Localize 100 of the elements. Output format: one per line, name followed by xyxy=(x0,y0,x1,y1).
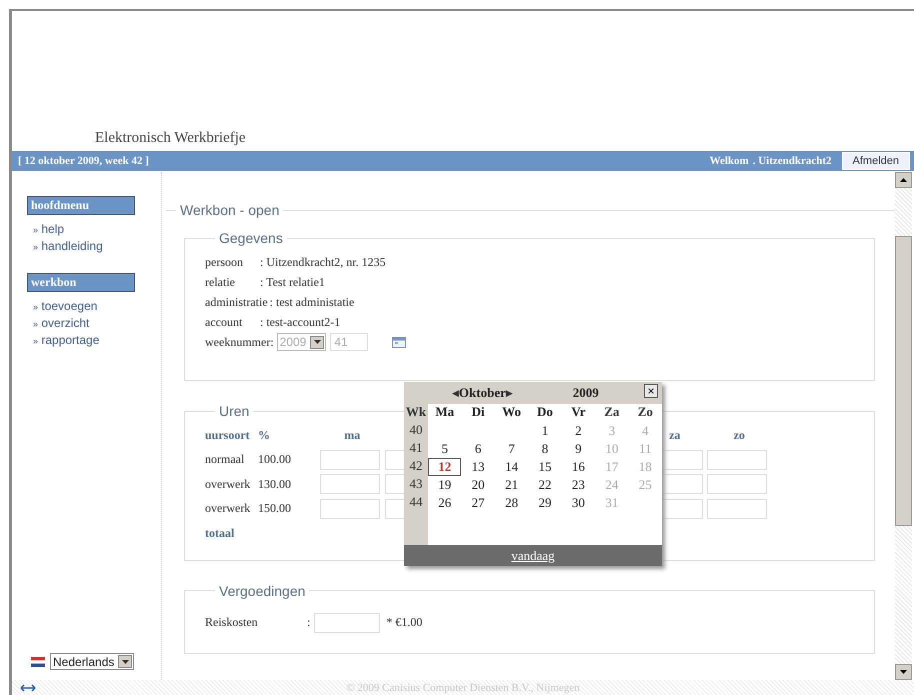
calendar-day[interactable]: 19 xyxy=(428,476,462,494)
hours-input[interactable] xyxy=(320,498,380,519)
hours-input[interactable] xyxy=(320,474,380,494)
calendar-day[interactable]: 23 xyxy=(562,476,596,494)
calendar-day[interactable]: 20 xyxy=(461,476,495,494)
previous-month-button[interactable]: ◀ xyxy=(452,388,459,398)
column-header: uursoort xyxy=(205,428,250,443)
today-link[interactable]: vandaag xyxy=(511,548,555,564)
hour-type: overwerk xyxy=(205,501,252,516)
calendar-icon[interactable] xyxy=(392,336,406,348)
field-label: Reiskosten xyxy=(205,615,259,630)
hours-input[interactable] xyxy=(384,498,406,519)
field-label: administratie xyxy=(205,294,268,310)
calendar-day[interactable]: 7 xyxy=(494,440,528,458)
user-name: . Uitzendkracht2 xyxy=(752,155,832,167)
hours-input[interactable] xyxy=(384,474,406,494)
column-header: za xyxy=(669,428,680,443)
scroll-up-icon[interactable] xyxy=(900,178,907,182)
calendar-day[interactable]: 13 xyxy=(461,458,495,476)
section-heading: Uren xyxy=(218,403,250,419)
calendar-day[interactable]: 30 xyxy=(562,494,596,512)
hour-type: overwerk xyxy=(205,476,252,492)
calendar-day[interactable]: 22 xyxy=(528,476,562,494)
calendar-day[interactable]: 16 xyxy=(562,458,596,476)
field-label: persoon xyxy=(205,254,244,270)
weekday-header: Do xyxy=(536,404,554,421)
next-month-button[interactable]: ▶ xyxy=(506,388,513,398)
hours-input[interactable] xyxy=(707,450,767,470)
weekday-header: Za xyxy=(603,404,620,421)
menu-link[interactable]: » handleiding xyxy=(33,238,161,255)
calendar-day[interactable]: 14 xyxy=(494,458,528,476)
percentage: 150.00 xyxy=(258,501,292,516)
date-label: [ 12 oktober 2009, week 42 ] xyxy=(18,155,149,167)
column-header: % xyxy=(258,428,270,443)
total-label: totaal xyxy=(205,526,234,541)
calendar-day[interactable]: 21 xyxy=(494,476,528,494)
weekday-header: Vr xyxy=(570,404,587,421)
page-heading: Werkbon - open xyxy=(179,202,280,218)
week-header: Wk xyxy=(404,404,428,421)
hour-type: normaal xyxy=(205,452,246,468)
calendar-day[interactable]: 6 xyxy=(461,440,495,458)
calendar-day[interactable]: 1 xyxy=(528,422,562,440)
weekday-header: Ma xyxy=(434,404,456,421)
scroll-down-icon[interactable] xyxy=(900,670,907,674)
week-number: 44 xyxy=(408,494,424,511)
calendar-day[interactable]: 26 xyxy=(428,494,462,512)
weekday-header: Di xyxy=(470,404,486,421)
calendar-day[interactable]: 29 xyxy=(528,494,562,512)
app-title: Elektronisch Werkbriefje xyxy=(95,130,246,147)
field-value: : test-account2-1 xyxy=(260,314,340,330)
field-label: account xyxy=(205,314,244,330)
section-heading: Gegevens xyxy=(218,230,284,246)
menu-link[interactable]: » rapportage xyxy=(33,332,161,349)
column-header: ma xyxy=(344,428,360,443)
menu-link[interactable]: » overzicht xyxy=(33,315,161,332)
calendar-day[interactable]: 5 xyxy=(428,440,462,458)
week-number: 43 xyxy=(408,476,424,493)
percentage: 130.00 xyxy=(258,476,292,492)
menu-link[interactable]: » help xyxy=(33,221,161,238)
separator: : xyxy=(270,334,274,350)
calendar-day[interactable]: 9 xyxy=(562,440,596,458)
calendar-day[interactable]: 28 xyxy=(494,494,528,512)
hours-input[interactable] xyxy=(707,498,767,519)
percentage: 100.00 xyxy=(258,452,292,468)
field-value: : Uitzendkracht2, nr. 1235 xyxy=(260,254,386,270)
section-heading: Vergoedingen xyxy=(218,582,306,598)
travel-cost-input[interactable] xyxy=(314,612,380,632)
dropdown-arrow-icon xyxy=(122,660,129,664)
weekday-header: Wo xyxy=(501,404,522,421)
field-label: relatie xyxy=(205,274,236,290)
menu-link[interactable]: » toevoegen xyxy=(33,298,161,315)
calendar-day[interactable]: 15 xyxy=(528,458,562,476)
year-label: 2009 xyxy=(572,385,599,401)
hours-input[interactable] xyxy=(707,474,767,494)
calendar-day[interactable]: 12 xyxy=(428,458,462,476)
flag-icon xyxy=(31,656,45,666)
week-number: 41 xyxy=(408,440,424,457)
welcome-label: Welkom xyxy=(710,155,749,167)
rate-label: * €1.00 xyxy=(386,615,422,630)
weekday-header: Zo xyxy=(636,404,654,421)
calendar-day[interactable]: 8 xyxy=(528,440,562,458)
dropdown-arrow-icon xyxy=(314,340,321,344)
column-header: zo xyxy=(734,428,745,443)
resize-arrow-icon[interactable] xyxy=(20,684,36,692)
hours-input[interactable] xyxy=(384,450,406,470)
week-number: 40 xyxy=(408,422,424,439)
calendar-day[interactable]: 2 xyxy=(562,422,596,440)
scrollbar[interactable] xyxy=(895,172,912,680)
week-number: 42 xyxy=(408,458,424,475)
hours-input[interactable] xyxy=(320,450,380,470)
menu-heading: hoofdmenu xyxy=(27,196,135,215)
language-select[interactable]: Nederlands xyxy=(50,653,134,670)
calendar-day[interactable]: 27 xyxy=(461,494,495,512)
separator: : xyxy=(307,615,310,630)
logout-button[interactable]: Afmelden xyxy=(842,152,910,170)
field-value: : test administatie xyxy=(270,294,354,310)
month-label: Oktober xyxy=(458,385,506,401)
menu-heading: werkbon xyxy=(27,273,135,292)
close-button[interactable]: × xyxy=(644,384,658,398)
field-value: : Test relatie1 xyxy=(260,274,325,290)
